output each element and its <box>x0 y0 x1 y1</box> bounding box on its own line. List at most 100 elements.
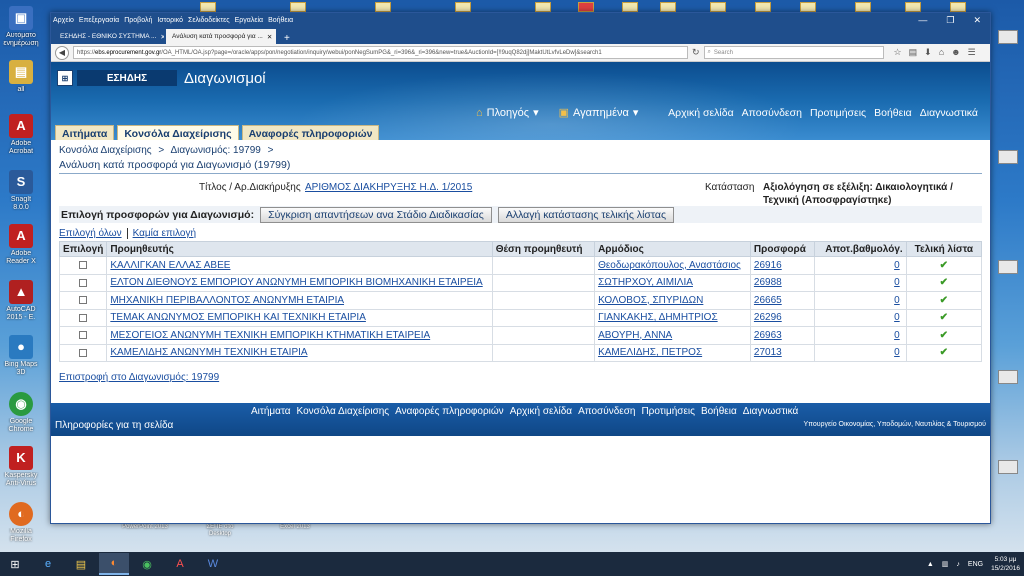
download-icon[interactable]: ⬇ <box>924 47 932 58</box>
desktop-file-icon[interactable] <box>995 30 1021 45</box>
footer-link-help[interactable]: Βοήθεια <box>701 406 737 417</box>
row-checkbox[interactable] <box>79 348 88 357</box>
clock[interactable]: 5:03 μμ 15/2/2016 <box>991 555 1020 573</box>
supplier-link[interactable]: ΜΗΧΑΝΙΚΗ ΠΕΡΙΒΑΛΛΟΝΤΟΣ ΑΝΩΝΥΜΗ ΕΤΑΙΡΙΑ <box>106 291 493 310</box>
acrobat-icon[interactable]: A <box>165 553 195 575</box>
score-link[interactable]: 0 <box>813 308 907 327</box>
desktop-icon-kaspersky[interactable]: K Kaspersky Anti-Virus <box>3 446 39 489</box>
desktop-icon-firefox[interactable]: ◐ Mozilla Firefox <box>3 502 39 545</box>
browser-tab[interactable]: ΕΣΗΔΗΣ - ΕΘΝΙΚΟ ΣΥΣΤΗΜΑ ... ✕ <box>54 29 164 44</box>
score-link[interactable]: 0 <box>813 256 907 275</box>
new-tab-icon[interactable]: + <box>278 33 296 44</box>
folder-icon[interactable] <box>200 2 216 12</box>
diagnostics-link[interactable]: Διαγνωστικά <box>920 107 978 119</box>
bid-link[interactable]: 26916 <box>749 256 815 275</box>
compare-responses-button[interactable]: Σύγκριση απαντήσεων ανα Στάδιο Διαδικασί… <box>260 206 492 223</box>
folder-icon[interactable] <box>660 2 676 12</box>
contact-link[interactable]: ΣΩΤΗΡΧΟΥ, ΑΙΜΙΛΙΑ <box>594 273 751 292</box>
desktop-file-icon[interactable] <box>995 260 1021 275</box>
supplier-link[interactable]: ΚΑΛΛΙΓΚΑΝ ΕΛΛΑΣ ΑΒΕΕ <box>106 256 493 275</box>
folder-icon[interactable] <box>375 2 391 12</box>
row-checkbox[interactable] <box>79 296 88 305</box>
contact-link[interactable]: ΑΒΟΥΡΗ, ΑΝΝΑ <box>594 326 751 345</box>
bid-link[interactable]: 27013 <box>749 343 815 362</box>
home-icon[interactable]: ⌂ <box>939 47 944 58</box>
footer-link-reports[interactable]: Αναφορές πληροφοριών <box>395 406 504 417</box>
desktop-icon-snagit[interactable]: S SnagIt 8.0.0 <box>3 170 39 213</box>
menu-bookmarks[interactable]: Σελιδοδείκτες <box>188 17 230 24</box>
restore-icon[interactable]: ❐ <box>946 15 954 26</box>
footer-link-requests[interactable]: Αιτήματα <box>251 406 291 417</box>
score-link[interactable]: 0 <box>813 291 907 310</box>
folder-icon[interactable] <box>855 2 871 12</box>
folder-icon[interactable] <box>710 2 726 12</box>
score-link[interactable]: 0 <box>813 326 907 345</box>
chrome-icon[interactable]: ◉ <box>132 553 162 575</box>
desktop-file-icon[interactable] <box>995 150 1021 165</box>
desktop-icon-acrobat[interactable]: A Adobe Acrobat <box>3 114 39 157</box>
contact-link[interactable]: ΚΟΛΟΒΟΣ, ΣΠΥΡΙΔΩΝ <box>594 291 751 310</box>
tab-close-icon[interactable]: ✕ <box>156 33 164 41</box>
chat-icon[interactable]: ☻ <box>951 47 960 58</box>
navigator-menu[interactable]: ⌂ Πλοηγός ▾ <box>476 106 539 120</box>
supplier-link[interactable]: ΤΕΜΑΚ ΑΝΩΝΥΜΟΣ ΕΜΠΟΡΙΚΗ ΚΑΙ ΤΕΧΝΙΚΗ ΕΤΑΙ… <box>106 308 493 327</box>
sepe-shortcut[interactable]: ΣΕΠΕ στο Desktop <box>195 524 245 538</box>
desktop-icon-autocad[interactable]: ▲ AutoCAD 2015 - E. <box>3 280 39 323</box>
menu-edit[interactable]: Επεξεργασία <box>79 17 119 24</box>
reading-list-icon[interactable]: ▤ <box>909 47 918 58</box>
contact-link[interactable]: Θεοδωρακόπουλος, Αναστάσιος <box>594 256 751 275</box>
col-score[interactable]: Αποτ.βαθμολόγ. <box>813 241 907 257</box>
close-icon[interactable]: ✕ <box>973 15 981 26</box>
col-supplier[interactable]: Προμηθευτής <box>106 241 493 257</box>
col-contact[interactable]: Αρμόδιος <box>594 241 751 257</box>
footer-link-diagnostics[interactable]: Διαγνωστικά <box>743 406 799 417</box>
supplier-link[interactable]: ΕΛΤΟΝ ΔΙΕΘΝΟΥΣ ΕΜΠΟΡΙΟΥ ΑΝΩΝΥΜΗ ΕΜΠΟΡΙΚΗ… <box>106 273 493 292</box>
folder-icon[interactable] <box>950 2 966 12</box>
tab-close-icon[interactable]: ✕ <box>263 33 272 41</box>
supplier-link[interactable]: ΜΕΣΟΓΕΙΟΣ ΑΝΩΝΥΜΗ ΤΕΧΝΙΚΗ ΕΜΠΟΡΙΚΗ ΚΤΗΜΑ… <box>106 326 493 345</box>
footer-link-preferences[interactable]: Προτιμήσεις <box>641 406 695 417</box>
footer-link-logout[interactable]: Αποσύνδεση <box>578 406 635 417</box>
select-none-link[interactable]: Καμία επιλογή <box>133 228 196 239</box>
row-checkbox[interactable] <box>79 261 88 270</box>
menu-file[interactable]: Αρχείο <box>53 17 74 24</box>
desktop-icon-bing-maps[interactable]: ● Bing Maps 3D <box>3 335 39 378</box>
bid-link[interactable]: 26988 <box>749 273 815 292</box>
change-shortlist-status-button[interactable]: Αλλαγή κατάστασης τελικής λίστας <box>497 206 675 223</box>
folder-icon[interactable] <box>905 2 921 12</box>
folder-icon[interactable] <box>800 2 816 12</box>
tray-arrow-icon[interactable]: ▲ <box>927 561 934 568</box>
folder-icon[interactable] <box>290 2 306 12</box>
reload-icon[interactable]: ↻ <box>692 47 700 58</box>
language-indicator[interactable]: ENG <box>968 561 983 568</box>
desktop-icon-reader[interactable]: A Adobe Reader X <box>3 224 39 267</box>
row-checkbox[interactable] <box>79 331 88 340</box>
row-checkbox[interactable] <box>79 278 88 287</box>
folder-icon[interactable] <box>622 2 638 12</box>
logout-link[interactable]: Αποσύνδεση <box>742 107 802 119</box>
explorer-icon[interactable]: ▤ <box>66 553 96 575</box>
menu-help[interactable]: Βοήθεια <box>268 17 293 24</box>
menu-tools[interactable]: Εργαλεία <box>235 17 263 24</box>
score-link[interactable]: 0 <box>813 343 907 362</box>
return-to-auction-link[interactable]: Επιστροφή στο Διαγωνισμός: 19799 <box>59 372 219 383</box>
col-shortlist[interactable]: Τελική λίστα <box>905 241 983 257</box>
favorites-menu[interactable]: ▣ Αγαπημένα ▾ <box>559 106 639 120</box>
footer-link-admin-console[interactable]: Κονσόλα Διαχείρισης <box>297 406 390 417</box>
bid-link[interactable]: 26296 <box>749 308 815 327</box>
volume-icon[interactable]: ♪ <box>956 561 960 568</box>
windows-start-icon[interactable]: ⊞ <box>0 553 30 575</box>
browser-tab-active[interactable]: Ανάλυση κατά προσφορά για ... ✕ <box>166 29 276 44</box>
folder-icon[interactable] <box>455 2 471 12</box>
back-icon[interactable]: ◀ <box>55 45 69 60</box>
minimize-icon[interactable]: — <box>918 15 927 26</box>
desktop-file-icon[interactable] <box>995 460 1021 475</box>
bookmark-star-icon[interactable]: ☆ <box>894 47 902 58</box>
ie-icon[interactable]: e <box>33 553 63 575</box>
contact-link[interactable]: ΓΙΑΝΚΑΚΗΣ, ΔΗΜΗΤΡΙΟΣ <box>594 308 751 327</box>
footer-link-home[interactable]: Αρχική σελίδα <box>510 406 572 417</box>
folder-icon[interactable] <box>535 2 551 12</box>
col-supplier-site[interactable]: Θέση προμηθευτή <box>491 241 596 257</box>
contact-link[interactable]: ΚΑΜΕΛΙΔΗΣ, ΠΕΤΡΟΣ <box>594 343 751 362</box>
select-all-link[interactable]: Επιλογή όλων <box>59 228 122 239</box>
